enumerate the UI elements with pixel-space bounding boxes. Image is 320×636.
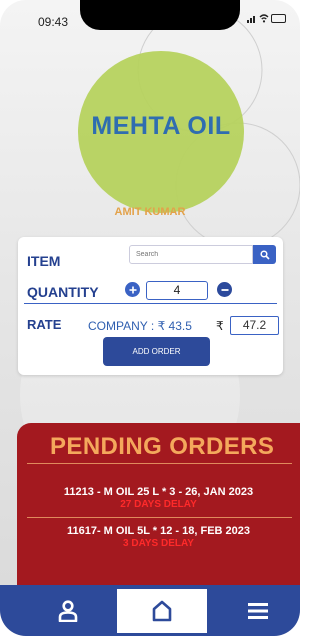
quantity-label: QUANTITY: [27, 284, 99, 300]
nav-home[interactable]: [117, 589, 207, 633]
quantity-field[interactable]: 4: [146, 281, 208, 300]
nav-menu[interactable]: [230, 589, 286, 633]
phone-screen: 09:43 MEHTA OIL AMIT KUMAR ITEM QUANTITY: [0, 0, 300, 636]
company-rate: COMPANY : ₹ 43.5: [88, 319, 192, 333]
order-summary: 11617- M OIL 5L * 12 - 18, FEB 2023: [66, 525, 251, 537]
quantity-decrease-button[interactable]: [217, 282, 232, 297]
user-icon: [58, 600, 78, 622]
minus-icon: [221, 288, 228, 291]
add-order-button[interactable]: ADD ORDER: [103, 337, 210, 366]
order-separator: [27, 517, 292, 518]
pending-orders-title: PENDING ORDERS: [50, 433, 275, 460]
form-divider: [24, 303, 277, 304]
pending-orders-panel: PENDING ORDERS 11213 - M OIL 25 L * 3 - …: [17, 423, 300, 585]
order-summary: 11213 - M OIL 25 L * 3 - 26, JAN 2023: [63, 486, 254, 498]
brand-logo: MEHTA OIL: [91, 112, 231, 140]
search-button[interactable]: [253, 245, 276, 264]
order-form: ITEM QUANTITY 4 RATE COMPANY : ₹ 43.5 ₹ …: [18, 237, 283, 375]
plus-icon: [129, 286, 136, 293]
camera-notch: [80, 0, 240, 30]
order-delay: 27 DAYS DELAY: [120, 499, 197, 510]
item-search-input[interactable]: [129, 245, 253, 264]
title-underline: [27, 463, 292, 464]
signal-icon: [247, 16, 255, 23]
bottom-nav: [0, 585, 300, 636]
nav-profile[interactable]: [40, 589, 96, 633]
rate-label: RATE: [27, 317, 62, 332]
home-icon: [152, 600, 172, 622]
battery-icon: [271, 14, 286, 23]
order-delay: 3 DAYS DELAY: [123, 538, 194, 549]
pending-order-item[interactable]: 11213 - M OIL 25 L * 3 - 26, JAN 2023 27…: [17, 486, 300, 510]
rate-field[interactable]: 47.2: [230, 316, 279, 335]
status-time: 09:43: [38, 15, 69, 29]
quantity-increase-button[interactable]: [125, 282, 140, 297]
owner-name: AMIT KUMAR: [114, 206, 186, 218]
wifi-icon: [259, 14, 269, 23]
search-icon: [259, 249, 270, 260]
menu-icon: [248, 603, 268, 619]
status-icons: [247, 14, 286, 23]
pending-order-item[interactable]: 11617- M OIL 5L * 12 - 18, FEB 2023 3 DA…: [17, 525, 300, 549]
item-label: ITEM: [27, 253, 61, 269]
rupee-symbol: ₹: [216, 319, 224, 333]
